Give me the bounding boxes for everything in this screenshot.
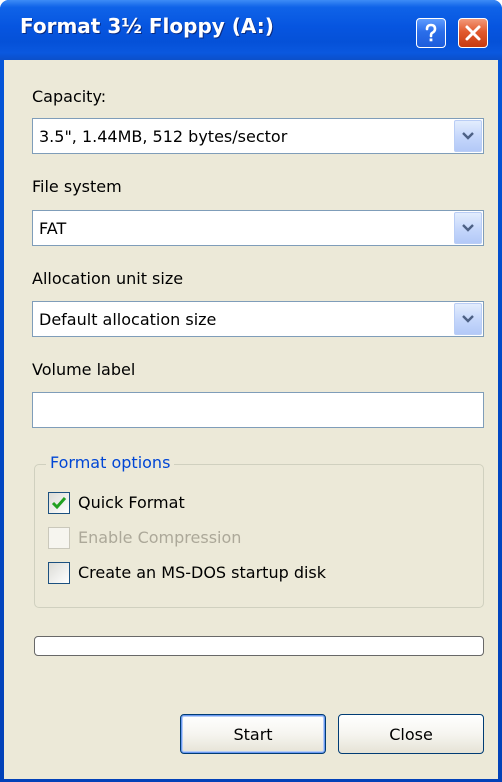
startup-disk-label: Create an MS-DOS startup disk	[78, 563, 327, 582]
chevron-down-icon	[462, 224, 474, 232]
allocation-unit-select[interactable]: Default allocation size	[32, 301, 484, 337]
file-system-dropdown-button[interactable]	[454, 212, 482, 244]
file-system-label: File system	[32, 177, 122, 196]
format-dialog-window: Format 3½ Floppy (A:) Capacity: 3.5", 1.…	[0, 0, 502, 782]
start-button[interactable]: Start	[180, 714, 326, 754]
file-system-select[interactable]: FAT	[32, 210, 484, 246]
close-button[interactable]: Close	[338, 714, 484, 754]
checkmark-icon	[51, 497, 67, 510]
close-window-button[interactable]	[458, 18, 488, 48]
allocation-dropdown-button[interactable]	[454, 303, 482, 335]
startup-disk-checkbox[interactable]	[48, 562, 70, 584]
window-title: Format 3½ Floppy (A:)	[20, 14, 274, 38]
volume-label-input[interactable]	[32, 392, 484, 428]
quick-format-checkbox[interactable]	[48, 492, 70, 514]
allocation-unit-value: Default allocation size	[39, 310, 217, 329]
capacity-select[interactable]: 3.5", 1.44MB, 512 bytes/sector	[32, 118, 484, 154]
title-bar[interactable]: Format 3½ Floppy (A:)	[0, 0, 502, 60]
allocation-unit-label: Allocation unit size	[32, 269, 184, 288]
format-options-legend: Format options	[46, 453, 175, 472]
capacity-value: 3.5", 1.44MB, 512 bytes/sector	[39, 127, 288, 146]
help-button[interactable]	[416, 18, 446, 48]
chevron-down-icon	[462, 132, 474, 140]
file-system-value: FAT	[39, 219, 67, 238]
volume-label-label: Volume label	[32, 360, 136, 379]
close-x-icon	[465, 25, 481, 41]
enable-compression-label: Enable Compression	[78, 528, 242, 547]
quick-format-label: Quick Format	[78, 493, 185, 512]
enable-compression-checkbox	[48, 527, 70, 549]
capacity-dropdown-button[interactable]	[454, 120, 482, 152]
chevron-down-icon	[462, 315, 474, 323]
question-mark-icon	[425, 23, 437, 42]
format-progress-bar	[34, 636, 484, 656]
capacity-label: Capacity:	[32, 87, 107, 106]
